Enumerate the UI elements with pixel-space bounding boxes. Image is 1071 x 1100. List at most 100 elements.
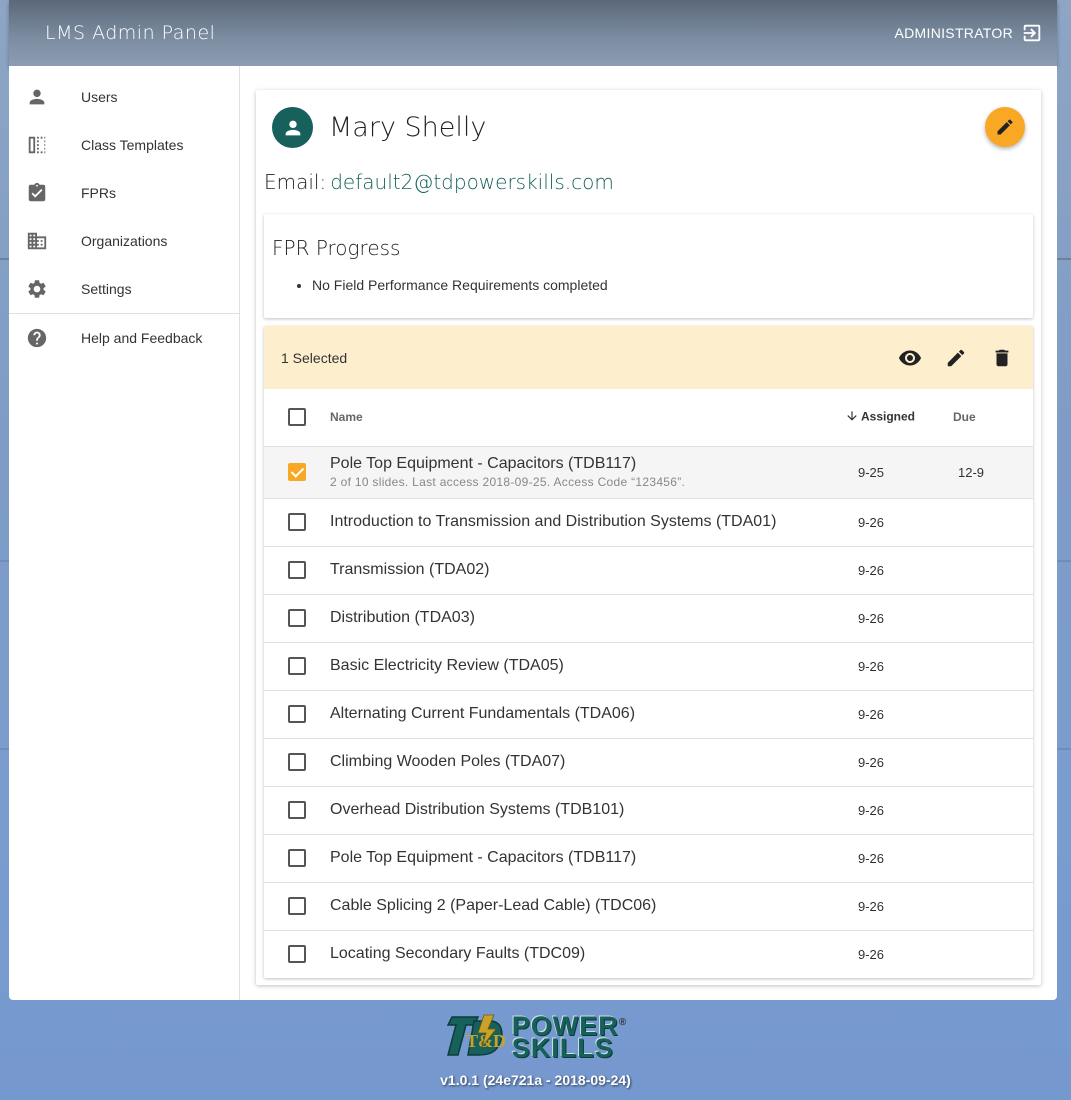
building-icon [26,230,48,252]
sidebar-item-fprs[interactable]: FPRs [9,169,239,217]
classes-table: Name Assigned Due Pole Top Equipment - C… [264,389,1033,978]
footer: T&D POWER® SKILLS v1.0.1 (24e721a - 2018… [0,1010,1071,1088]
class-progress-detail: 2 of 10 slides. Last access 2018-09-25. … [330,475,686,489]
class-name: Pole Top Equipment - Capacitors (TDB117) [330,455,637,472]
row-checkbox[interactable] [288,945,306,964]
user-header: Mary Shelly [264,90,1033,165]
clipboard-check-icon [26,182,48,204]
fpr-list-item: No Field Performance Requirements comple… [312,277,1025,293]
app-header: LMS Admin Panel ADMINISTRATOR [9,0,1057,66]
user-card: Mary Shelly Email: default2@tdpowerskills… [256,90,1041,985]
select-all-checkbox[interactable] [288,408,306,427]
row-checkbox[interactable] [288,704,306,723]
table-row[interactable]: Alternating Current Fundamentals (TDA06)… [264,690,1033,739]
selection-toolbar: 1 Selected [264,326,1033,389]
row-checkbox[interactable] [288,512,306,531]
class-name: Alternating Current Fundamentals (TDA06) [330,705,636,722]
sidebar-item-organizations[interactable]: Organizations [9,217,239,265]
due-date [933,786,1033,835]
table-row[interactable]: Transmission (TDA02) 9-26 [264,546,1033,595]
sidebar-item-label: FPRs [81,185,116,201]
due-date [933,882,1033,931]
row-checkbox[interactable] [288,608,306,627]
class-name: Pole Top Equipment - Capacitors (TDB117) [330,849,637,866]
table-row[interactable]: Pole Top Equipment - Capacitors (TDB117)… [264,446,1033,499]
row-checkbox[interactable] [288,752,306,771]
gear-icon [26,278,48,300]
column-header-due[interactable]: Due [933,389,1033,447]
sidebar: Users Class Templates FPRs Organizations… [9,66,240,1000]
row-checkbox[interactable] [288,462,306,481]
assigned-date: 9-26 [833,882,933,931]
assigned-date: 9-26 [833,786,933,835]
classes-table-card: 1 Selected Name Assigned Due Pole Top Eq… [264,326,1033,978]
help-icon [26,327,48,349]
due-date [933,498,1033,547]
sidebar-item-label: Class Templates [81,137,184,153]
email-label: Email: [264,170,327,194]
table-row[interactable]: Climbing Wooden Poles (TDA07) 9-26 [264,738,1033,787]
class-name: Transmission (TDA02) [330,561,490,578]
logo-line-2: SKILLS [511,1032,614,1063]
logout-icon [1023,24,1041,42]
row-checkbox[interactable] [288,560,306,579]
class-name: Introduction to Transmission and Distrib… [330,513,777,530]
due-date [933,642,1033,691]
table-row[interactable]: Cable Splicing 2 (Paper-Lead Cable) (TDC… [264,882,1033,931]
fpr-title: FPR Progress [272,236,401,260]
class-name: Cable Splicing 2 (Paper-Lead Cable) (TDC… [330,897,657,914]
table-row[interactable]: Overhead Distribution Systems (TDB101) 9-… [264,786,1033,835]
due-date: 12-9 [933,446,1033,499]
assigned-date: 9-26 [833,642,933,691]
version-text: v1.0.1 (24e721a - 2018-09-24) [440,1072,631,1088]
assigned-date: 9-26 [833,594,933,643]
avatar [272,107,313,148]
main-panel: Users Class Templates FPRs Organizations… [9,66,1057,1000]
trash-icon [995,349,1009,366]
fpr-progress-card: FPR Progress No Field Performance Requir… [264,214,1033,318]
table-row[interactable]: Pole Top Equipment - Capacitors (TDB117)… [264,834,1033,883]
column-header-name[interactable]: Name [330,389,833,447]
row-checkbox[interactable] [288,800,306,819]
logout-button[interactable]: ADMINISTRATOR [895,22,1044,44]
row-checkbox[interactable] [288,896,306,915]
person-icon [26,86,48,108]
row-checkbox[interactable] [288,656,306,675]
sidebar-item-settings[interactable]: Settings [9,265,239,313]
template-icon [26,134,48,156]
table-row[interactable]: Basic Electricity Review (TDA05) 9-26 [264,642,1033,691]
view-button[interactable] [895,343,925,373]
sidebar-item-label: Help and Feedback [81,330,203,346]
column-header-assigned[interactable]: Assigned [833,389,933,447]
sidebar-item-help[interactable]: Help and Feedback [9,314,239,362]
sidebar-item-class-templates[interactable]: Class Templates [9,121,239,169]
sidebar-item-users[interactable]: Users [9,73,239,121]
table-row[interactable]: Distribution (TDA03) 9-26 [264,594,1033,643]
due-date [933,546,1033,595]
edit-button[interactable] [941,343,971,373]
sidebar-item-label: Settings [81,281,132,297]
sidebar-item-label: Users [81,89,118,105]
assigned-date: 9-26 [833,690,933,739]
class-name: Overhead Distribution Systems (TDB101) [330,801,625,818]
fpr-list: No Field Performance Requirements comple… [272,277,1025,293]
assigned-date: 9-26 [858,946,885,962]
pencil-icon [997,119,1013,135]
assigned-date: 9-26 [833,834,933,883]
assigned-date: 9-26 [833,738,933,787]
logo-wordmark: POWER® SKILLS [511,1012,628,1063]
table-row[interactable]: Introduction to Transmission and Distrib… [264,498,1033,547]
class-name: Locating Secondary Faults (TDC09) [330,945,586,963]
table-header-row: Name Assigned Due [264,389,1033,447]
registered-mark: ® [618,1016,628,1028]
edit-user-button[interactable] [985,107,1025,147]
company-logo: T&D POWER® SKILLS [444,1010,628,1063]
delete-button[interactable] [987,343,1017,373]
email-link[interactable]: default2@tdpowerskills.com [330,170,614,194]
table-row[interactable]: Locating Secondary Faults (TDC09) 9-26 [264,930,1033,978]
sidebar-item-label: Organizations [81,233,168,249]
row-checkbox[interactable] [288,848,306,867]
assigned-date: 9-26 [833,546,933,595]
assigned-date: 9-25 [833,446,933,499]
class-name: Climbing Wooden Poles (TDA07) [330,753,566,770]
